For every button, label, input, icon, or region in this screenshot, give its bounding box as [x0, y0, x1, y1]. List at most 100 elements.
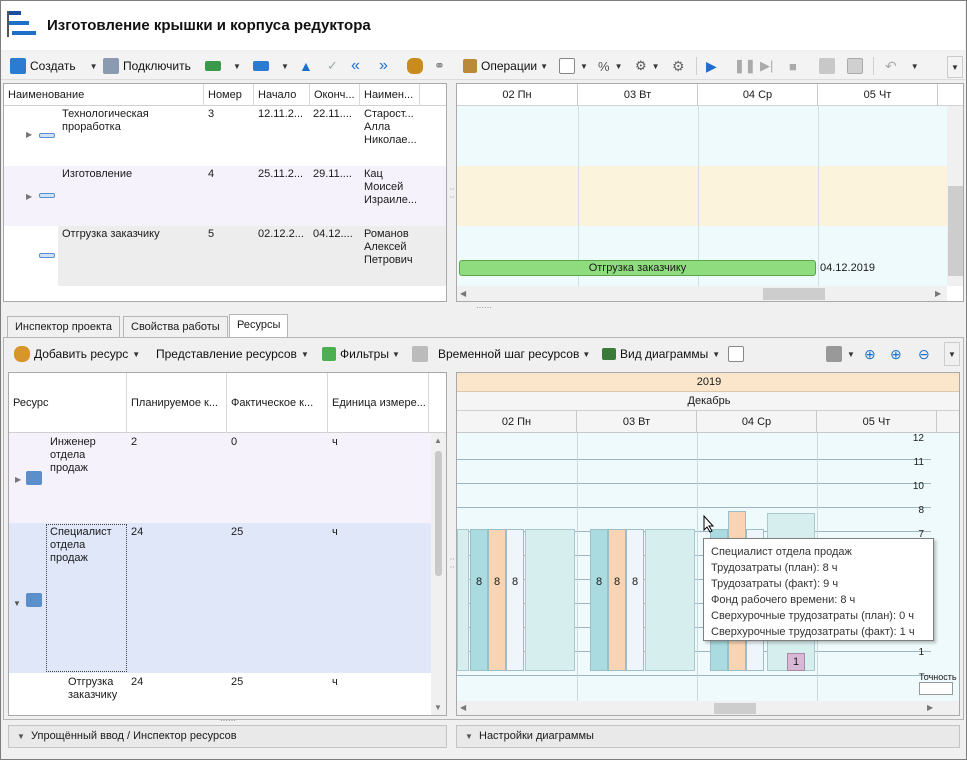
toolbar-overflow-button[interactable]: ▼ [947, 56, 963, 78]
zoom-fit-icon[interactable]: ⊕ [864, 344, 876, 364]
chart-gridline [457, 483, 931, 484]
pause-icon[interactable]: ❚❚ [734, 56, 756, 76]
resource-toolbar-overflow[interactable]: ▼ [944, 342, 960, 366]
gantt-horizontal-scrollbar[interactable]: ◀ ▶ [457, 286, 947, 301]
outdent-button[interactable]: ▼ [253, 56, 289, 76]
horizontal-splitter-handle[interactable]: ⋯⋯ [220, 716, 236, 725]
resource-row[interactable]: ▼ Специалист отдела продаж 24 25 ч [9, 523, 431, 673]
skip-icon[interactable]: ▶| [760, 56, 773, 76]
chart-view-button[interactable]: Вид диаграммы ▼ [602, 344, 720, 364]
money-bag-icon[interactable] [407, 56, 423, 76]
scrollbar-thumb[interactable] [714, 703, 756, 714]
chart-day-label: 02 Пн [457, 411, 577, 433]
chevron-down-icon[interactable]: ▼ [233, 62, 241, 71]
simplified-input-button[interactable]: ▼ Упрощённый ввод / Инспектор ресурсов [8, 725, 447, 748]
horizontal-splitter-handle[interactable]: ⋯⋯ [476, 303, 492, 312]
print-button[interactable]: ▼ [826, 344, 855, 364]
task-row[interactable]: ▶ Технологическая проработка 3 12.11.2..… [4, 106, 446, 166]
task-row[interactable]: Отгрузка заказчику 5 02.12.2... 04.12...… [4, 226, 446, 286]
tab-resources[interactable]: Ресурсы [229, 314, 289, 338]
chart-settings-button[interactable]: ▼ Настройки диаграммы [456, 725, 960, 748]
column-header-planned[interactable]: Планируемое к... [127, 373, 227, 433]
undo-icon[interactable]: ↶ ▼ [885, 56, 919, 76]
expand-arrow-icon[interactable]: ▶ [26, 190, 32, 203]
gantt-task-bar[interactable]: Отгрузка заказчику [459, 260, 816, 276]
zoom-out-icon[interactable]: ⊖ [918, 344, 930, 364]
zoom-in-icon[interactable]: ⊕ [890, 344, 902, 364]
scrollbar-thumb[interactable] [435, 451, 442, 576]
scroll-left-icon[interactable]: ◀ [460, 703, 466, 712]
column-header-number[interactable]: Номер [204, 84, 254, 106]
stop-icon[interactable]: ■ [789, 56, 797, 76]
tab-project-inspector[interactable]: Инспектор проекта [7, 316, 120, 338]
scrollbar-thumb[interactable] [948, 186, 963, 276]
resource-unit: ч [332, 676, 338, 688]
plan-bar[interactable]: 8 [470, 529, 488, 671]
percent-button[interactable]: % ▼ [598, 56, 622, 76]
indent-button[interactable]: ▼ [205, 56, 241, 76]
tab-task-properties[interactable]: Свойства работы [123, 316, 228, 338]
chevron-down-icon[interactable]: ▼ [281, 62, 289, 71]
plan-bar[interactable]: 8 [590, 529, 608, 671]
operations-button[interactable]: Операции ▼ [463, 56, 548, 76]
gantt-day-header: 04 Ср [698, 84, 818, 106]
fund-bar[interactable]: 8 [626, 529, 644, 671]
chart-year-header: 2019 [457, 373, 959, 392]
scroll-right-icon[interactable]: ▶ [935, 289, 941, 298]
scrollbar-thumb[interactable] [763, 288, 825, 300]
move-down-icon[interactable]: ✓ [327, 56, 338, 76]
collapse-arrow-icon[interactable]: ▼ [13, 597, 21, 610]
resource-actual: 25 [231, 676, 244, 688]
resource-row[interactable]: ▶ Инженер отдела продаж 2 0 ч [9, 433, 431, 523]
scroll-right-icon[interactable]: ▶ [927, 703, 933, 712]
calendar-button[interactable]: ▼ [559, 56, 588, 76]
add-resource-button[interactable]: Добавить ресурс ▼ [14, 344, 140, 364]
resource-grid-scrollbar[interactable]: ▲ ▼ [431, 433, 446, 715]
table-icon[interactable] [847, 56, 863, 76]
play-icon[interactable]: ▶ [706, 56, 717, 76]
bar-value-label: 8 [631, 576, 639, 588]
link-icon[interactable]: ⚭ [434, 56, 445, 76]
settings-button[interactable]: ⚙ ▼ [635, 56, 660, 76]
window-title: Изготовление крышки и корпуса редуктора [47, 17, 371, 34]
resource-view-button[interactable]: Представление ресурсов ▼ [156, 344, 309, 364]
column-header-start[interactable]: Начало [254, 84, 310, 106]
chevron-down-icon[interactable]: ▼ [90, 62, 98, 71]
timestep-button[interactable]: Временной шаг ресурсов ▼ [412, 344, 590, 364]
scroll-down-icon[interactable]: ▼ [434, 703, 442, 712]
gear-icon[interactable]: ⚙ [672, 56, 685, 76]
fact-bar[interactable]: 8 [608, 529, 626, 671]
double-left-icon[interactable]: « [351, 56, 360, 76]
bar-value-label: 8 [475, 576, 483, 588]
expand-arrow-icon[interactable]: ▶ [26, 128, 32, 141]
connect-button[interactable]: Подключить [103, 56, 191, 76]
gantt-day-header: 02 Пн [457, 84, 578, 106]
precision-input[interactable] [919, 682, 953, 695]
chart-horizontal-scrollbar[interactable]: ◀ ▶ [457, 701, 959, 715]
fund-bar[interactable]: 8 [506, 529, 524, 671]
column-header-actual[interactable]: Фактическое к... [227, 373, 328, 433]
column-header-resource[interactable]: Ресурс [9, 373, 127, 433]
task-owner: Кац Моисей Израиле... [364, 168, 418, 206]
calendar-icon[interactable] [728, 344, 744, 364]
column-header-unit[interactable]: Единица измере... [328, 373, 429, 433]
create-button[interactable]: Создать ▼ [10, 56, 98, 76]
column-header-owner[interactable]: Наимен... [360, 84, 420, 106]
scroll-left-icon[interactable]: ◀ [460, 289, 466, 298]
task-row[interactable]: ▶ Изготовление 4 25.11.2... 29.11.... Ка… [4, 166, 446, 226]
gantt-gridline [698, 106, 699, 286]
filters-button[interactable]: Фильтры ▼ [322, 344, 400, 364]
title-bar: Изготовление крышки и корпуса редуктора [1, 1, 965, 50]
resource-row[interactable]: Отгрузка заказчику 24 25 ч [9, 673, 431, 715]
export-icon[interactable] [819, 56, 835, 76]
gantt-vertical-scrollbar[interactable] [947, 106, 963, 286]
scroll-up-icon[interactable]: ▲ [434, 436, 442, 445]
column-header-end[interactable]: Оконч... [310, 84, 360, 106]
move-up-icon[interactable]: ▲ [299, 56, 313, 76]
resource-toolbar: Добавить ресурс ▼ Представление ресурсов… [8, 342, 960, 366]
double-right-icon[interactable]: » [379, 56, 388, 76]
chart-day-header: 02 Пн 03 Вт 04 Ср 05 Чт [457, 411, 959, 433]
column-header-name[interactable]: Наименование [4, 84, 204, 106]
expand-arrow-icon[interactable]: ▶ [15, 473, 21, 486]
fact-bar[interactable]: 8 [488, 529, 506, 671]
